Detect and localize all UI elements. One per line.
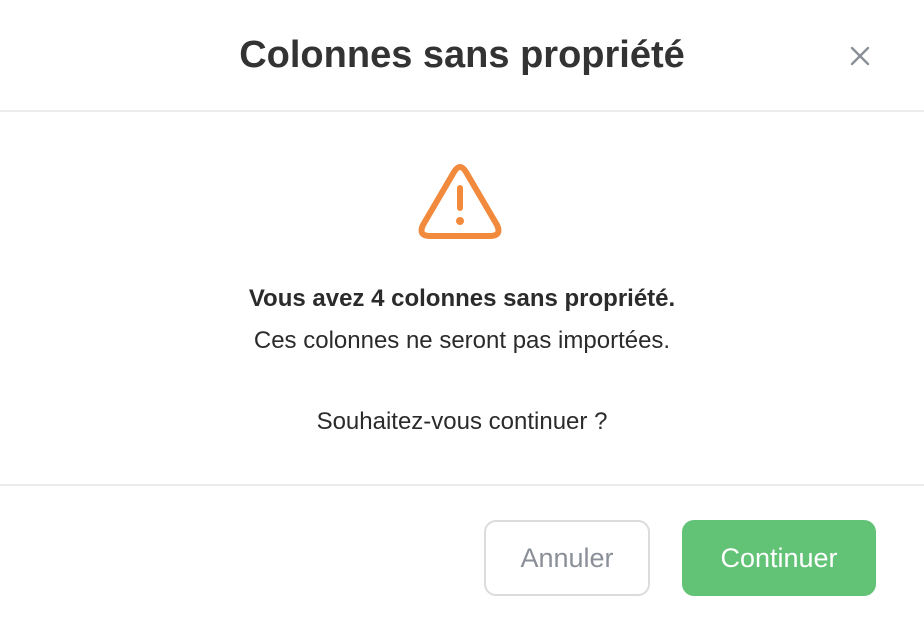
continue-button[interactable]: Continuer bbox=[682, 520, 876, 596]
warning-detail: Ces colonnes ne seront pas importées. bbox=[253, 327, 671, 354]
dialog-body: Vous avez 4 colonnes sans propriété. Ces… bbox=[0, 112, 924, 486]
warning-message: Vous avez 4 colonnes sans propriété. bbox=[248, 285, 676, 312]
dialog-header: Colonnes sans propriété bbox=[0, 0, 924, 112]
dialog-title: Colonnes sans propriété bbox=[239, 34, 685, 76]
warning-triangle-icon bbox=[418, 164, 502, 239]
cancel-button[interactable]: Annuler bbox=[484, 520, 650, 596]
dialog: Colonnes sans propriété Vous avez 4 colo… bbox=[0, 0, 924, 628]
close-button[interactable] bbox=[844, 40, 876, 72]
dialog-footer: Annuler Continuer bbox=[0, 486, 924, 628]
close-icon bbox=[850, 46, 870, 66]
confirm-question: Souhaitez-vous continuer ? bbox=[316, 408, 608, 435]
